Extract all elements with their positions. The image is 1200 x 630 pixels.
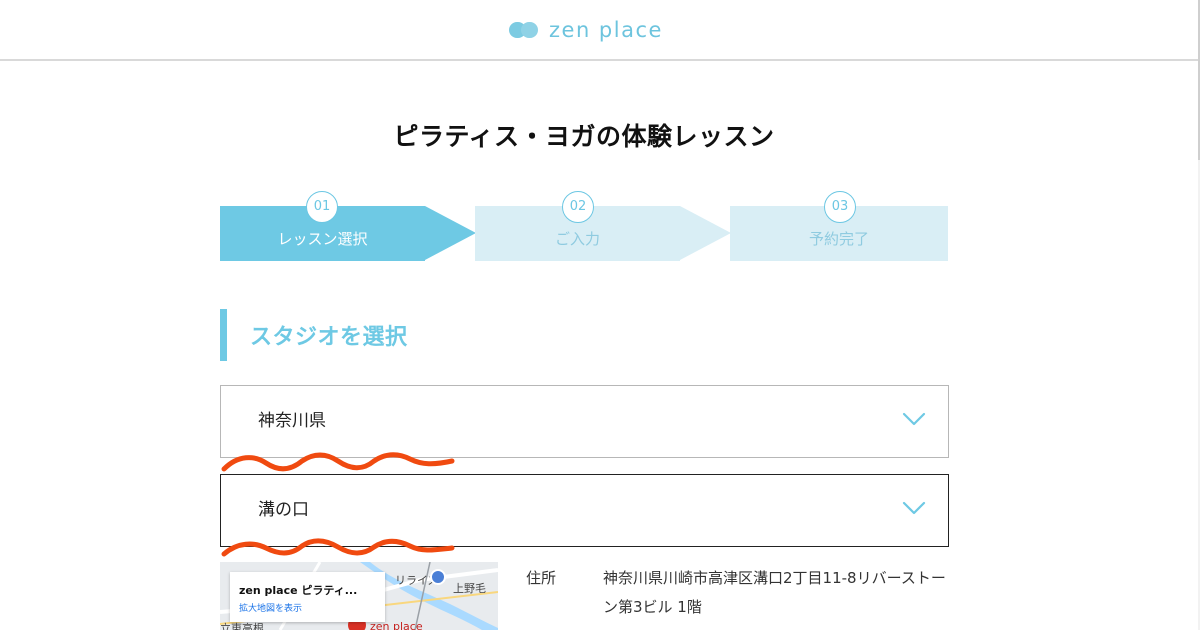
chevron-down-icon xyxy=(902,412,926,426)
logo-text: zen place xyxy=(549,18,663,42)
map-label: 上野毛 xyxy=(453,582,486,595)
address-line-2: ン第3ビル 1階 xyxy=(603,598,702,616)
logo-mark-icon xyxy=(509,22,539,38)
annotation-scribble xyxy=(221,452,455,472)
transit-pin-icon xyxy=(430,569,446,585)
address-label: 住所 xyxy=(526,569,557,587)
annotation-scribble xyxy=(221,538,455,557)
step-complete: 03 予約完了 xyxy=(730,191,950,261)
section-title: スタジオを選択 xyxy=(250,325,408,350)
step-number: 01 xyxy=(306,191,338,223)
step-number: 02 xyxy=(562,191,594,223)
page-title: ピラティス・ヨガの体験レッスン xyxy=(393,122,775,151)
site-header: zen place xyxy=(0,0,1198,61)
view-larger-map-link[interactable]: 拡大地図を表示 xyxy=(239,601,302,614)
step-label: 予約完了 xyxy=(808,230,869,248)
step-lesson-select: 01 レッスン選択 xyxy=(220,191,476,261)
step-arrow xyxy=(425,206,476,260)
map-card-title: zen place ピラティ... xyxy=(239,584,358,597)
chevron-down-icon xyxy=(902,501,926,515)
step-input: 02 ご入力 xyxy=(475,191,731,261)
address-line-1: 神奈川県川崎市高津区溝口2丁目11-8リバーストー xyxy=(603,569,946,587)
progress-steps: 01 レッスン選択 02 ご入力 03 予約完了 xyxy=(220,191,950,263)
map-info-card: zen place ピラティ... 拡大地図を表示 xyxy=(230,572,385,622)
step-number: 03 xyxy=(824,191,856,223)
step-arrow xyxy=(680,206,731,260)
step-label: レッスン選択 xyxy=(277,230,368,248)
logo[interactable]: zen place xyxy=(509,16,663,44)
section-heading: スタジオを選択 xyxy=(220,309,408,361)
studio-map[interactable]: リライズ 上野毛 立東高根 zen place zen place ピラティ..… xyxy=(220,562,498,630)
step-label: ご入力 xyxy=(554,230,600,248)
section-accent-bar xyxy=(220,309,227,361)
